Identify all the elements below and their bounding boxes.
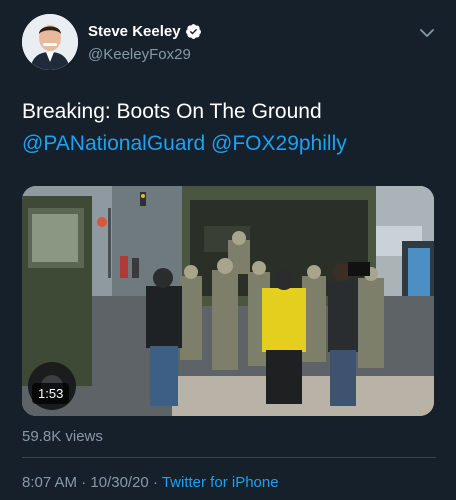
tweet-text-line: Breaking: Boots On The Ground (22, 100, 322, 123)
video-thumbnail (22, 186, 434, 416)
tweet-time[interactable]: 8:07 AM (22, 474, 77, 491)
avatar-portrait-icon (22, 14, 78, 70)
tweet-text: Breaking: Boots On The Ground @PANationa… (22, 96, 442, 160)
tweet-date[interactable]: 10/30/20 (90, 474, 148, 491)
tweet-header: Steve Keeley @KeeleyFox29 (22, 14, 436, 74)
mention-link[interactable]: @PANationalGuard (22, 132, 205, 155)
author-handle[interactable]: @KeeleyFox29 (88, 46, 191, 63)
meta-separator: · (148, 474, 162, 491)
video-duration: 1:53 (32, 383, 70, 404)
verified-badge-icon (185, 23, 202, 40)
tweet-mentions: @PANationalGuard @FOX29philly (22, 128, 442, 160)
avatar[interactable] (22, 14, 78, 70)
tweet-timestamp: 8:07 AM · 10/30/20 · Twitter for iPhone (22, 474, 279, 491)
meta-separator: · (77, 474, 91, 491)
author-name-row: Steve Keeley (88, 23, 202, 40)
tweet-source-link[interactable]: Twitter for iPhone (162, 474, 279, 491)
video-player[interactable]: 1:53 (22, 186, 434, 416)
view-count: 59.8K views (22, 428, 103, 445)
author-name[interactable]: Steve Keeley (88, 23, 181, 40)
chevron-down-icon[interactable] (418, 24, 436, 42)
divider (22, 457, 436, 458)
mention-link[interactable]: @FOX29philly (211, 132, 347, 155)
